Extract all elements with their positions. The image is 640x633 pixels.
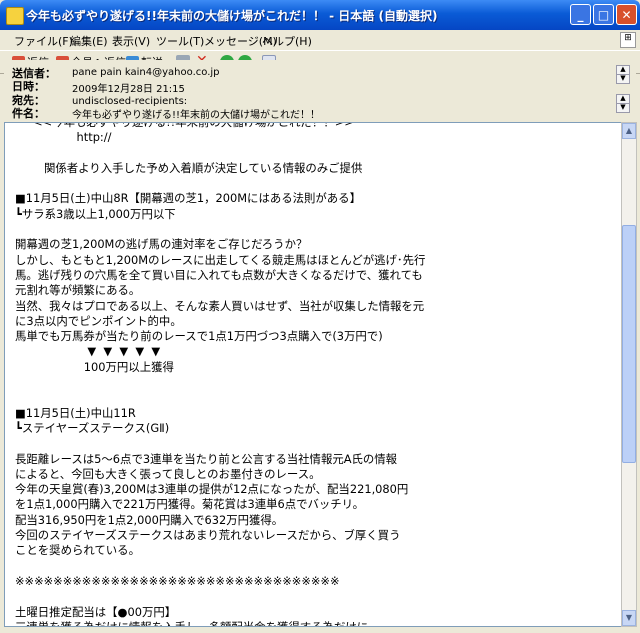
menu-tools[interactable]: ツール(T) <box>156 33 204 49</box>
vertical-scrollbar[interactable]: ▲ ▼ <box>621 122 637 627</box>
scroll-thumb[interactable] <box>622 225 636 463</box>
to-scroll-down-button[interactable]: ▼ <box>616 103 630 113</box>
close-button[interactable]: ✕ <box>616 4 637 25</box>
message-body-text: <<今年も必ずやり遂げる!!年末前の大儲け場がこれだ！！>> http:// 関… <box>15 122 426 627</box>
scroll-up-button[interactable]: ▲ <box>622 123 636 139</box>
menu-bar: ファイル(F) 編集(E) 表示(V) ツール(T) メッセージ(M) ヘルプ(… <box>0 30 640 50</box>
window-title: 今年も必ずやり遂げる!!年末前の大儲け場がこれだ！！ - 日本語 (自動選択) <box>26 9 438 23</box>
subject-value: 今年も必ずやり遂げる!!年末前の大儲け場がこれだ！！ <box>72 110 321 121</box>
maximize-button[interactable]: □ <box>593 4 614 25</box>
subject-label: 件名： <box>12 107 45 120</box>
menu-view[interactable]: 表示(V) <box>112 33 150 49</box>
message-header: 送信者： pane pain kain4@yahoo.co.jp 日時： 200… <box>4 60 636 121</box>
menu-file[interactable]: ファイル(F) <box>14 33 73 49</box>
minimize-button[interactable]: _ <box>570 4 591 25</box>
menu-help[interactable]: ヘルプ(H) <box>262 33 312 49</box>
from-value: pane pain kain4@yahoo.co.jp <box>72 67 220 78</box>
title-bar: 今年も必ずやり遂げる!!年末前の大儲け場がこれだ！！ - 日本語 (自動選択) … <box>0 0 640 30</box>
date-value: 2009年12月28日 21:15 <box>72 84 185 95</box>
menu-edit[interactable]: 編集(E) <box>70 33 108 49</box>
windows-logo-icon: ⊞ <box>620 32 636 48</box>
scroll-down-button[interactable]: ▼ <box>622 610 636 626</box>
message-body[interactable]: <<今年も必ずやり遂げる!!年末前の大儲け場がこれだ！！>> http:// 関… <box>4 122 622 627</box>
header-scroll-down-button[interactable]: ▼ <box>616 74 630 84</box>
mail-message-icon <box>6 7 24 25</box>
